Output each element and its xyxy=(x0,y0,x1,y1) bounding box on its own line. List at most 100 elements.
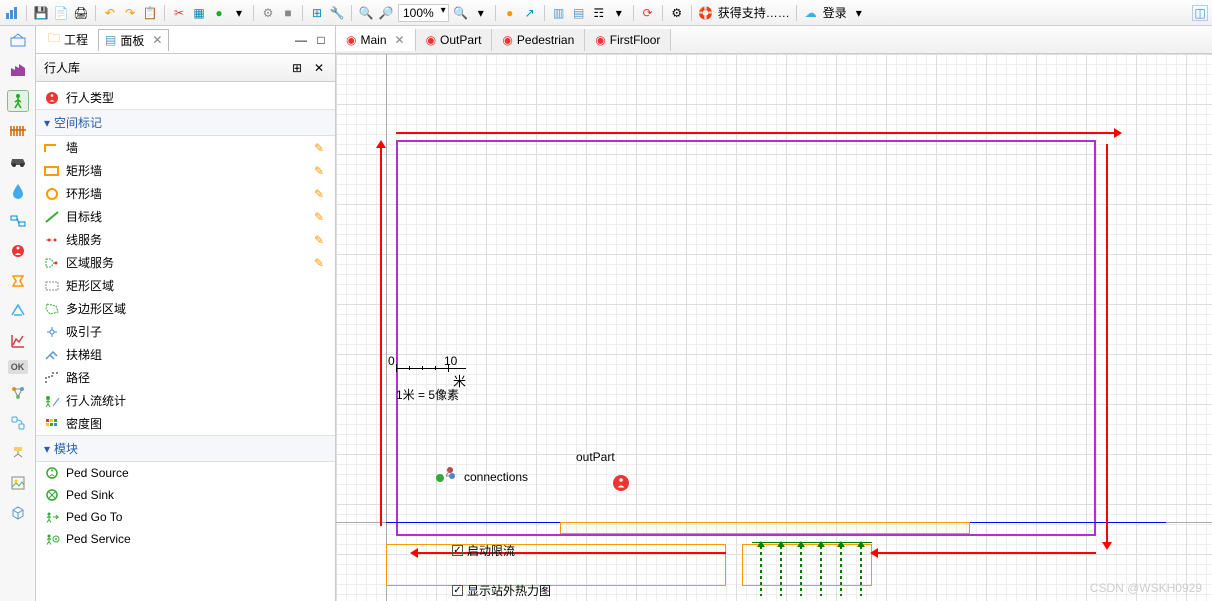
presentation-icon[interactable] xyxy=(7,270,29,292)
tree-item[interactable]: Ped Sink xyxy=(36,484,335,506)
perspective-icon[interactable]: ◫ xyxy=(1192,5,1208,21)
paste-icon[interactable]: 📋 xyxy=(142,5,158,21)
tree-item[interactable]: 线服务✎ xyxy=(36,228,335,251)
statechart-icon[interactable] xyxy=(7,412,29,434)
section-blocks[interactable]: ▾模块 xyxy=(36,435,335,462)
chevron-down-icon[interactable]: ▾ xyxy=(473,5,489,21)
pencil-icon[interactable]: ✎ xyxy=(311,186,327,202)
window-icon[interactable]: ▥ xyxy=(551,5,567,21)
3d-icon[interactable] xyxy=(7,502,29,524)
tree-item[interactable]: 环形墙✎ xyxy=(36,182,335,205)
redo-icon[interactable]: ↷ xyxy=(122,5,138,21)
tab-main[interactable]: ◉Main✕ xyxy=(336,29,416,51)
tree-ped-type[interactable]: 行人类型 xyxy=(36,86,335,109)
checkbox-start-limit[interactable]: ✓启动限流 xyxy=(452,542,515,559)
globe-icon[interactable]: ● xyxy=(502,5,518,21)
tab-project[interactable]: 🗀工程 xyxy=(42,27,94,52)
scale-0: 0 xyxy=(388,354,395,368)
section-space-markup[interactable]: ▾空间标记 xyxy=(36,109,335,136)
actionchart-icon[interactable] xyxy=(7,442,29,464)
item-icon xyxy=(44,278,60,294)
pencil-icon[interactable]: ✎ xyxy=(311,232,327,248)
pencil-icon[interactable]: ✎ xyxy=(311,140,327,156)
login-link[interactable]: 登录 xyxy=(823,4,847,21)
agent-icon[interactable] xyxy=(7,240,29,262)
tree-item[interactable]: 路径 xyxy=(36,366,335,389)
cut-icon[interactable]: ✂ xyxy=(171,5,187,21)
chevron-down-icon: ▾ xyxy=(44,116,50,130)
car-icon[interactable] xyxy=(7,150,29,172)
refresh-icon[interactable]: ⟳ xyxy=(640,5,656,21)
chevron-down-icon[interactable]: ▾ xyxy=(851,5,867,21)
connectivity-icon[interactable] xyxy=(7,382,29,404)
factory-icon[interactable] xyxy=(7,60,29,82)
rail-icon[interactable] xyxy=(7,120,29,142)
tab-pedestrian[interactable]: ◉Pedestrian xyxy=(492,29,585,51)
checkbox-heatmap[interactable]: ✓显示站外热力图 xyxy=(452,582,551,599)
tool-icon[interactable]: 🔧 xyxy=(329,5,345,21)
close-icon[interactable]: ✕ xyxy=(395,33,405,47)
tree-item[interactable]: 墙✎ xyxy=(36,136,335,159)
cloud-icon[interactable]: ☁ xyxy=(803,5,819,21)
pencil-icon[interactable]: ✎ xyxy=(311,163,327,179)
zoom-out-icon[interactable]: 🔍 xyxy=(358,5,374,21)
run-icon[interactable]: ● xyxy=(211,5,227,21)
undo-icon[interactable]: ↶ xyxy=(102,5,118,21)
outpart-agent[interactable] xyxy=(612,474,630,492)
tree-item[interactable]: 扶梯组 xyxy=(36,343,335,366)
picture-icon[interactable] xyxy=(7,472,29,494)
space-icon[interactable] xyxy=(7,300,29,322)
grid-icon[interactable]: ▦ xyxy=(191,5,207,21)
canvas[interactable]: 0 10 米 1米 = 5像素 outPart connections ✓启动限… xyxy=(336,54,1212,601)
fluid-icon[interactable] xyxy=(7,180,29,202)
zoom-in-icon[interactable]: 🔎 xyxy=(378,5,394,21)
enterprise-icon[interactable] xyxy=(7,30,29,52)
analysis-icon[interactable] xyxy=(7,330,29,352)
tree-item[interactable]: 多边形区域 xyxy=(36,297,335,320)
tree-item[interactable]: 区域服务✎ xyxy=(36,251,335,274)
zoom-dropdown[interactable]: 100% xyxy=(398,4,449,22)
connections-node[interactable] xyxy=(432,466,458,484)
stop-icon[interactable]: ■ xyxy=(280,5,296,21)
tree-item[interactable]: Ped Source xyxy=(36,462,335,484)
maximize-icon[interactable]: □ xyxy=(313,32,329,48)
layout-icon[interactable]: ▤ xyxy=(571,5,587,21)
tree-item[interactable]: 密度图 xyxy=(36,412,335,435)
close-icon[interactable]: ✕ xyxy=(311,60,327,76)
tab-firstfloor[interactable]: ◉FirstFloor xyxy=(585,29,671,51)
close-icon[interactable]: ✕ xyxy=(152,33,162,47)
grid-view-icon[interactable]: ⊞ xyxy=(289,60,305,76)
print-icon[interactable]: 🖨 xyxy=(73,5,89,21)
ok-icon[interactable]: OK xyxy=(8,360,28,374)
save-all-icon[interactable]: 📄 xyxy=(53,5,69,21)
tree-item[interactable]: 矩形区域 xyxy=(36,274,335,297)
gear-icon[interactable]: ⚙ xyxy=(669,5,685,21)
tab-outpart[interactable]: ◉OutPart xyxy=(416,29,493,51)
tree-item[interactable]: 目标线✎ xyxy=(36,205,335,228)
minimize-icon[interactable]: — xyxy=(293,32,309,48)
item-icon xyxy=(44,416,60,432)
pedestrian-icon[interactable] xyxy=(7,90,29,112)
system-icon[interactable] xyxy=(7,210,29,232)
save-icon[interactable]: 💾 xyxy=(33,5,49,21)
pencil-icon[interactable]: ✎ xyxy=(311,209,327,225)
tab-panel[interactable]: ▤面板✕ xyxy=(98,29,169,51)
layers-icon[interactable]: ☶ xyxy=(591,5,607,21)
tree-item[interactable]: Ped Service xyxy=(36,528,335,550)
help-icon[interactable]: 🛟 xyxy=(698,5,714,21)
tree-item[interactable]: 吸引子 xyxy=(36,320,335,343)
support-link[interactable]: 获得支持…… xyxy=(718,4,790,21)
direction-icon[interactable]: ↗ xyxy=(522,5,538,21)
chevron-down-icon[interactable]: ▾ xyxy=(231,5,247,21)
tree-item[interactable]: Ped Go To xyxy=(36,506,335,528)
pencil-icon[interactable]: ✎ xyxy=(311,255,327,271)
debug-icon[interactable]: ⚙ xyxy=(260,5,276,21)
editor-area: ◉Main✕ ◉OutPart ◉Pedestrian ◉FirstFloor xyxy=(336,26,1212,601)
chart-icon[interactable] xyxy=(4,5,20,21)
item-icon xyxy=(44,465,60,481)
table-icon[interactable]: ⊞ xyxy=(309,5,325,21)
tree-item[interactable]: 行人流统计 xyxy=(36,389,335,412)
search-icon[interactable]: 🔍 xyxy=(453,5,469,21)
tree-item[interactable]: 矩形墙✎ xyxy=(36,159,335,182)
chevron-down-icon[interactable]: ▾ xyxy=(611,5,627,21)
